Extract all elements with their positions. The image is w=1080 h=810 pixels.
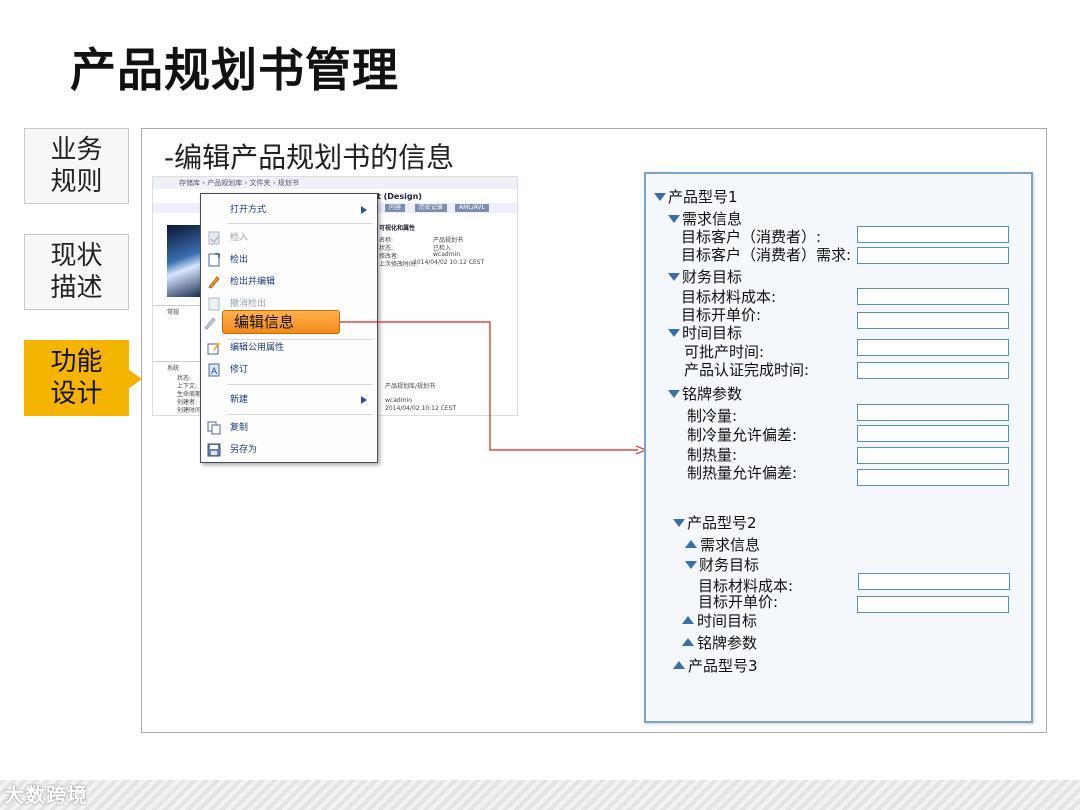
group-toggle-model2[interactable]: 产品型号2 (673, 514, 757, 532)
field-label: 制热量允许偏差: (687, 464, 798, 482)
group-toggle-nameplate[interactable]: 铭牌参数 (668, 385, 742, 403)
heating-input[interactable] (857, 447, 1009, 464)
approve-time-input[interactable] (857, 339, 1009, 356)
target-customer-demand-input[interactable] (857, 247, 1009, 264)
field-label: 产品认证完成时间: (684, 361, 810, 379)
group-toggle-demand2[interactable]: 需求信息 (685, 536, 760, 554)
group-toggle-model1[interactable]: 产品型号1 (654, 188, 738, 206)
watermark-logo: 大数跨境 (4, 783, 88, 807)
group-toggle-finance[interactable]: 财务目标 (668, 268, 742, 286)
field-label: 目标开单价: (681, 306, 762, 324)
cooling-input[interactable] (857, 404, 1009, 421)
unit-price2-input[interactable] (857, 596, 1009, 613)
field-label: 目标客户（消费者）需求: (681, 246, 852, 264)
material-cost2-input[interactable] (858, 573, 1010, 590)
cert-time-input[interactable] (857, 362, 1009, 379)
target-customer-input[interactable] (857, 226, 1009, 243)
field-label: 目标客户（消费者）: (681, 228, 822, 246)
field-label: 制冷量: (687, 407, 738, 425)
group-toggle-demand[interactable]: 需求信息 (668, 210, 742, 228)
material-cost-input[interactable] (857, 288, 1009, 305)
field-label: 可批产时间: (684, 343, 765, 361)
field-label: 目标开单价: (698, 593, 779, 611)
group-toggle-time[interactable]: 时间目标 (668, 324, 742, 342)
group-toggle-model3[interactable]: 产品型号3 (673, 657, 758, 675)
group-toggle-time2[interactable]: 时间目标 (682, 612, 757, 630)
unit-price-input[interactable] (857, 312, 1009, 329)
heating-tolerance-input[interactable] (857, 469, 1009, 486)
field-label: 目标材料成本: (681, 288, 777, 306)
cooling-tolerance-input[interactable] (857, 425, 1009, 442)
footer-band (0, 780, 1080, 810)
group-toggle-finance2[interactable]: 财务目标 (685, 556, 759, 574)
group-toggle-nameplate2[interactable]: 铭牌参数 (682, 634, 757, 652)
field-label: 制热量: (687, 446, 738, 464)
field-label: 制冷量允许偏差: (687, 426, 798, 444)
